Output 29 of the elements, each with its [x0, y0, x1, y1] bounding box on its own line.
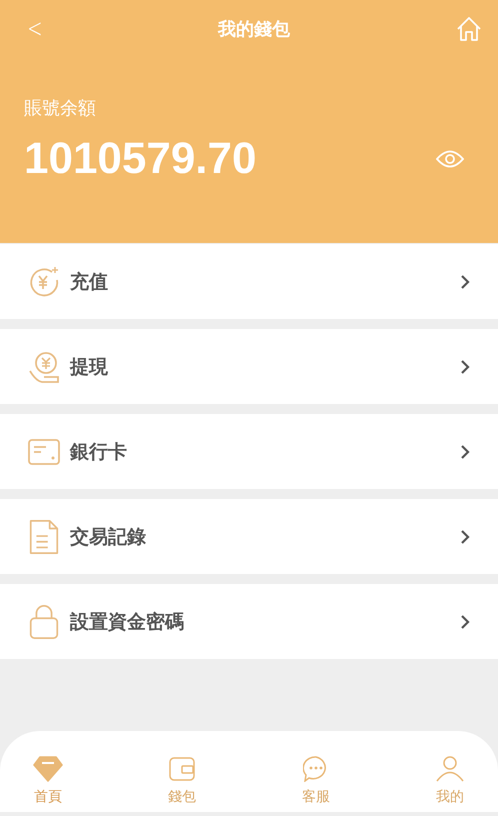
menu-label: 提現: [70, 356, 109, 380]
hand-coin-icon: [28, 350, 60, 382]
chevron-right-icon: [460, 444, 470, 460]
chevron-right-icon: [460, 358, 470, 374]
menu-item[interactable]: 銀行卡: [0, 414, 498, 489]
chevron-right-icon: [460, 614, 470, 630]
menu-label: 充值: [70, 270, 109, 294]
diamond-icon: [33, 756, 63, 782]
document-icon: [28, 518, 60, 554]
menu-item[interactable]: 交易記錄: [0, 499, 498, 574]
menu-label: 設置資金密碼: [70, 610, 185, 634]
menu-item[interactable]: 充值: [0, 244, 498, 319]
balance-amount: 1010579.70: [24, 134, 256, 184]
person-icon: [436, 756, 464, 782]
balance-label: 賬號余額: [24, 97, 97, 120]
wallet-icon: [169, 756, 195, 782]
card-icon: [28, 438, 60, 464]
yen-coin-icon: [28, 266, 60, 298]
chevron-right-icon: [460, 274, 470, 290]
page-title: 我的錢包: [218, 18, 290, 41]
menu-item[interactable]: 設置資金密碼: [0, 584, 498, 659]
home-icon[interactable]: [456, 16, 482, 42]
menu-label: 交易記錄: [70, 526, 147, 550]
menu-label: 銀行卡: [70, 440, 128, 464]
chevron-right-icon: [460, 528, 470, 544]
menu-item[interactable]: 提現: [0, 329, 498, 404]
chat-icon: [303, 756, 329, 782]
lock-icon: [28, 604, 60, 640]
eye-icon[interactable]: [436, 149, 464, 169]
